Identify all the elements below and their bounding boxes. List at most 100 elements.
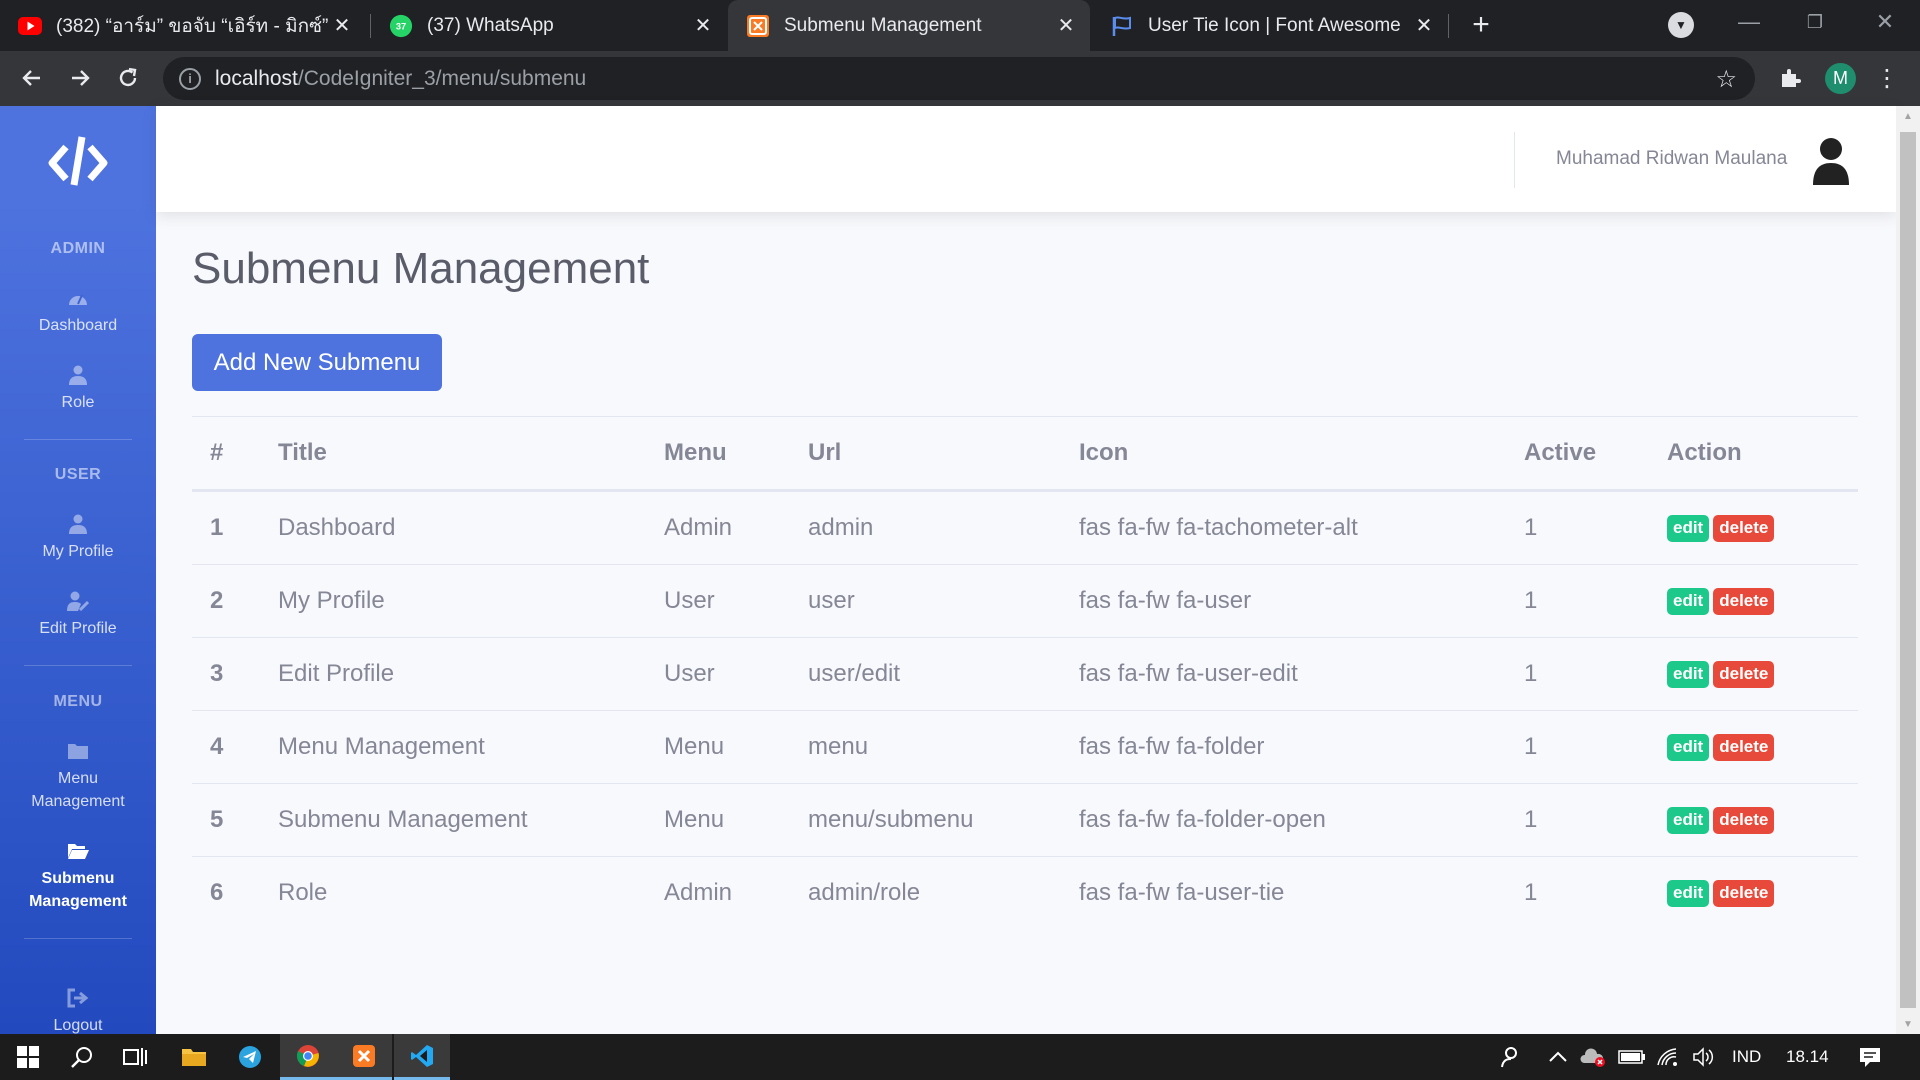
tab-title: User Tie Icon | Font Awesome: [1148, 14, 1401, 36]
browser-tab-submenu-management[interactable]: Submenu Management ✕: [728, 0, 1090, 51]
delete-button[interactable]: delete: [1713, 879, 1775, 907]
onedrive-error-icon[interactable]: [1580, 1034, 1606, 1080]
add-new-submenu-button[interactable]: Add New Submenu: [192, 334, 442, 391]
user-tie-icon: [69, 365, 87, 385]
folder-open-icon: [68, 844, 89, 859]
topbar-user-name[interactable]: Muhamad Ridwan Maulana: [1556, 148, 1787, 170]
volume-icon[interactable]: [1692, 1034, 1716, 1080]
codeigniter-icon: [746, 14, 770, 38]
language-indicator[interactable]: IND: [1732, 1034, 1761, 1080]
tab-title: Submenu Management: [784, 14, 982, 36]
cell-title: Edit Profile: [278, 660, 395, 687]
edit-button[interactable]: edit: [1667, 587, 1710, 615]
table-row: 2 My Profile User user fas fa-fw fa-user…: [192, 564, 1858, 637]
restore-icon[interactable]: ❐: [1782, 0, 1848, 44]
brand-logo[interactable]: [0, 126, 156, 196]
column-header-action: Action: [1667, 439, 1742, 466]
cell-icon: fas fa-fw fa-user-tie: [1079, 879, 1285, 906]
browser-tab-fontawesome[interactable]: User Tie Icon | Font Awesome ✕: [1092, 0, 1448, 51]
browser-toolbar: i localhost/CodeIgniter_3/menu/submenu ☆: [0, 51, 1920, 106]
profile-avatar[interactable]: M: [1825, 63, 1856, 94]
browser-tab-whatsapp[interactable]: 37 (37) WhatsApp ✕: [371, 0, 727, 51]
tab-search-icon[interactable]: ▼: [1668, 12, 1694, 38]
cell-url: user/edit: [808, 660, 901, 687]
sidebar-item-my-profile[interactable]: My Profile: [0, 514, 156, 563]
cell-active: 1: [1524, 806, 1538, 833]
address-bar[interactable]: i localhost/CodeIgniter_3/menu/submenu ☆: [163, 57, 1755, 100]
clock-time[interactable]: 18.14: [1786, 1034, 1829, 1080]
cell-url: menu: [808, 733, 869, 760]
cell-action: edit delete: [1667, 857, 1778, 929]
new-tab-button[interactable]: +: [1464, 8, 1498, 42]
sidebar-divider: [24, 665, 132, 666]
edit-button[interactable]: edit: [1667, 514, 1710, 542]
browser-menu-icon[interactable]: ⋮: [1875, 63, 1899, 93]
cell-icon: fas fa-fw fa-tachometer-alt: [1079, 514, 1358, 541]
xampp-icon[interactable]: [336, 1034, 392, 1080]
sidebar-item-logout[interactable]: Logout: [0, 988, 156, 1034]
edit-button[interactable]: edit: [1667, 733, 1710, 761]
sidebar-item-dashboard[interactable]: Dashboard: [0, 288, 156, 337]
topbar: Muhamad Ridwan Maulana: [156, 106, 1896, 212]
table-row: 4 Menu Management Menu menu fas fa-fw fa…: [192, 710, 1858, 783]
vscode-icon[interactable]: [394, 1034, 450, 1080]
task-view-icon[interactable]: [108, 1034, 164, 1080]
delete-button[interactable]: delete: [1713, 733, 1775, 761]
bookmark-star-icon[interactable]: ☆: [1715, 65, 1737, 94]
column-header-url: Url: [808, 439, 842, 466]
close-tab-icon[interactable]: ✕: [328, 12, 356, 40]
scroll-down-icon[interactable]: ▼: [1896, 1014, 1920, 1034]
cell-url: menu/submenu: [808, 806, 974, 833]
minimize-icon[interactable]: —: [1716, 0, 1782, 44]
chrome-icon[interactable]: [280, 1034, 336, 1080]
edit-button[interactable]: edit: [1667, 879, 1710, 907]
back-button[interactable]: [14, 60, 50, 96]
edit-button[interactable]: edit: [1667, 806, 1710, 834]
search-icon[interactable]: [54, 1034, 110, 1080]
edit-button[interactable]: edit: [1667, 660, 1710, 688]
user-edit-icon: [67, 591, 89, 611]
tray-chevron-up-icon[interactable]: [1548, 1034, 1568, 1080]
notification-center-icon[interactable]: [1858, 1034, 1882, 1080]
delete-button[interactable]: delete: [1713, 806, 1775, 834]
tab-title: (382) “อาร์ม” ขอจับ “เอิร์ท - มิกซ์” ถ่า…: [56, 15, 328, 37]
file-explorer-icon[interactable]: [166, 1034, 222, 1080]
close-tab-icon[interactable]: ✕: [689, 12, 717, 40]
delete-button[interactable]: delete: [1713, 660, 1775, 688]
people-icon[interactable]: [1500, 1034, 1524, 1080]
cell-title: My Profile: [278, 587, 385, 614]
cell-action: edit delete: [1667, 492, 1778, 564]
folder-icon: [68, 744, 88, 759]
wifi-icon[interactable]: [1656, 1034, 1680, 1080]
reload-button[interactable]: [110, 60, 146, 96]
cell-active: 1: [1524, 514, 1538, 541]
telegram-icon[interactable]: [222, 1034, 278, 1080]
scroll-up-icon[interactable]: ▲: [1896, 106, 1920, 126]
forward-button[interactable]: [62, 60, 98, 96]
extensions-puzzle-icon[interactable]: [1775, 63, 1805, 93]
page-title: Submenu Management: [192, 244, 650, 293]
scrollbar-thumb[interactable]: [1900, 132, 1916, 1008]
sidebar-item-role[interactable]: Role: [0, 365, 156, 414]
site-info-icon[interactable]: i: [179, 67, 201, 90]
windows-taskbar: IND 18.14: [0, 1034, 1920, 1080]
sidebar-item-menu-management[interactable]: Menu Management: [0, 741, 156, 813]
sidebar-item-edit-profile[interactable]: Edit Profile: [0, 591, 156, 640]
user-avatar-icon[interactable]: [1811, 137, 1851, 185]
close-tab-icon[interactable]: ✕: [1052, 12, 1080, 40]
delete-button[interactable]: delete: [1713, 514, 1775, 542]
fontawesome-flag-icon: [1110, 14, 1134, 38]
browser-tab-youtube[interactable]: (382) “อาร์ม” ขอจับ “เอิร์ท - มิกซ์” ถ่า…: [0, 0, 366, 51]
cell-action: edit delete: [1667, 784, 1778, 856]
windows-start-icon[interactable]: [0, 1034, 56, 1080]
sidebar-item-submenu-management[interactable]: Submenu Management: [0, 841, 156, 913]
column-header-icon: Icon: [1079, 439, 1129, 466]
page-scrollbar[interactable]: ▲ ▼: [1896, 106, 1920, 1034]
delete-button[interactable]: delete: [1713, 587, 1775, 615]
cell-action: edit delete: [1667, 711, 1778, 783]
sidebar-heading-user: USER: [54, 466, 102, 483]
cell-active: 1: [1524, 587, 1538, 614]
close-window-icon[interactable]: ✕: [1852, 0, 1918, 44]
battery-icon[interactable]: [1618, 1034, 1646, 1080]
close-tab-icon[interactable]: ✕: [1410, 12, 1438, 40]
